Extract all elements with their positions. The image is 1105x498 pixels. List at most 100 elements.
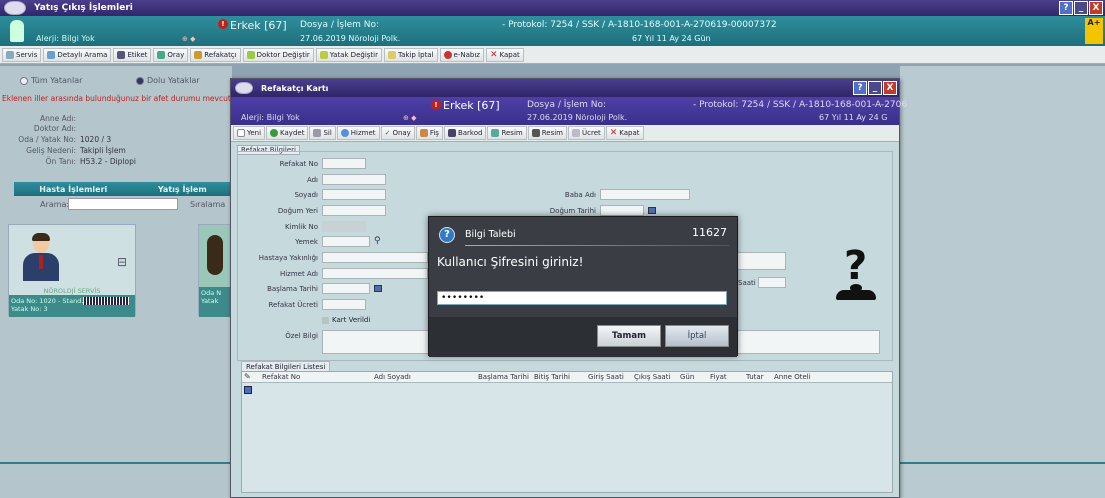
- input-refakat-no[interactable]: [322, 158, 366, 169]
- label-baslama-tarihi: Başlama Tarihi: [267, 285, 318, 293]
- hizmet-button[interactable]: Hizmet: [336, 126, 380, 140]
- resim-button[interactable]: Resim: [487, 126, 527, 140]
- tab-hasta-islemleri[interactable]: Hasta İşlemleri: [39, 185, 107, 194]
- ok-button[interactable]: Tamam: [597, 325, 661, 347]
- dialog-close-button[interactable]: X: [883, 81, 897, 95]
- input-soyadi[interactable]: [322, 189, 386, 200]
- input-hizmet-adi[interactable]: [322, 268, 428, 279]
- barkod-button[interactable]: Barkod: [443, 126, 487, 140]
- check-icon: ✓: [384, 129, 391, 137]
- allergy-text: Alerji: Bilgi Yok: [36, 34, 95, 43]
- input-adi[interactable]: [322, 174, 386, 185]
- patient-photo-icon: [21, 233, 61, 281]
- label-icon: [117, 50, 126, 59]
- app-logo-icon: [4, 1, 26, 15]
- dob-calendar-icon[interactable]: [648, 207, 656, 214]
- modal-prompt: Kullanıcı Şifresini giriniz!: [437, 255, 584, 269]
- sil-button[interactable]: Sil: [309, 126, 336, 140]
- list-header-row: ✎ Refakat No Adı Soyadı Başlama Tarihi B…: [242, 372, 892, 383]
- label-dogum-tarihi: Doğum Tarihi: [549, 207, 596, 215]
- input-dogum-yeri[interactable]: [322, 205, 386, 216]
- radio-all-icon: [20, 76, 28, 85]
- info-value-ontani: H53.2 - Diplopi: [80, 157, 136, 166]
- list-row-icon[interactable]: [244, 386, 252, 394]
- minimize-button[interactable]: _: [1074, 1, 1088, 15]
- kaydet-button[interactable]: Kaydet: [266, 126, 309, 140]
- input-saati[interactable]: [758, 277, 786, 288]
- info-label-ontani: Ön Tanı:: [45, 157, 76, 166]
- dialog-title-bar: Refakatçı Kartı ? _ X: [231, 79, 899, 97]
- question-icon: ?: [439, 227, 455, 243]
- kart-verildi-checkbox[interactable]: Kart Verildi: [322, 316, 370, 324]
- col-gun[interactable]: Gün: [680, 373, 694, 381]
- radio-full-icon: [136, 76, 144, 85]
- yatak-degistir-button[interactable]: Yatak Değiştir: [315, 47, 382, 62]
- search-input[interactable]: [68, 198, 178, 210]
- input-kimlik-no[interactable]: [322, 221, 366, 232]
- left-panel-tabs: Hasta İşlemleri Yatış İşlem: [14, 182, 232, 196]
- right-area: [900, 66, 1105, 498]
- col-refakat-no[interactable]: Refakat No: [262, 373, 300, 381]
- detayli-arama-button[interactable]: Detaylı Arama: [43, 47, 112, 62]
- close-button[interactable]: X: [1089, 1, 1103, 15]
- patient-card-2[interactable]: Oda N Yatak: [198, 224, 232, 317]
- col-cikis-saati[interactable]: Çıkış Saati: [634, 373, 670, 381]
- yeni-button[interactable]: Yeni: [233, 126, 266, 140]
- radio-full-beds[interactable]: Dolu Yataklar: [136, 76, 200, 85]
- help-button[interactable]: ?: [1059, 1, 1073, 15]
- doktor-degistir-button[interactable]: Doktor Değiştir: [242, 47, 314, 62]
- password-modal: ? Bilgi Talebi 11627 Kullanıcı Şifresini…: [428, 216, 738, 357]
- kapat-button[interactable]: ✕ Kapat: [485, 47, 524, 62]
- input-hastaya-yakinligi[interactable]: [322, 252, 428, 263]
- info-label-doktor: Doktor Adı:: [33, 124, 76, 133]
- input-baslama-tarihi[interactable]: [322, 283, 370, 294]
- cancel-button[interactable]: İptal: [665, 325, 729, 347]
- label-baba-adi: Baba Adı: [564, 191, 596, 199]
- refakatci-button[interactable]: Refakatçı: [190, 47, 241, 62]
- col-adi-soyadi[interactable]: Adı Soyadı: [374, 373, 411, 381]
- col-baslama-tarihi[interactable]: Başlama Tarihi: [478, 373, 529, 381]
- e-nabiz-button[interactable]: e-Nabız: [439, 47, 484, 62]
- input-refakat-ucreti[interactable]: [322, 299, 366, 310]
- col-fiyat[interactable]: Fiyat: [710, 373, 727, 381]
- radio-all-beds[interactable]: Tüm Yatanlar: [20, 76, 82, 85]
- modal-title: Bilgi Talebi: [465, 229, 516, 240]
- main-toolbar: Servis Detaylı Arama Etiket Oray Refakat…: [0, 46, 1105, 64]
- bed-icon: [319, 50, 328, 59]
- col-bitis-tarihi[interactable]: Bitiş Tarihi: [534, 373, 570, 381]
- dialog-title: Refakatçı Kartı: [261, 83, 329, 93]
- image-icon: [491, 129, 500, 137]
- dialog-help-button[interactable]: ?: [853, 81, 867, 95]
- onay-button[interactable]: ✓ Onay: [380, 126, 415, 140]
- col-tutar[interactable]: Tutar: [746, 373, 764, 381]
- list-tool-icon[interactable]: ✎: [244, 372, 251, 381]
- input-right-extra[interactable]: [734, 252, 786, 270]
- takip-iptal-button[interactable]: Takip İptal: [383, 47, 438, 62]
- input-dogum-tarihi[interactable]: [600, 205, 644, 216]
- ucret-button[interactable]: Ücret: [568, 126, 605, 140]
- info-label-anne: Anne Adı:: [39, 114, 76, 123]
- blood-type-badge: A+: [1085, 18, 1103, 44]
- main-title-bar: Yatış Çıkış İşlemleri ? _ X: [0, 0, 1105, 16]
- tab-yatis-islem[interactable]: Yatış İşlem: [158, 185, 207, 194]
- calendar-icon[interactable]: [374, 285, 382, 292]
- input-baba-adi[interactable]: [600, 189, 690, 200]
- dialog-minimize-button[interactable]: _: [868, 81, 882, 95]
- close-x-icon: ✕: [489, 49, 498, 60]
- resim-camera-button[interactable]: Resim: [527, 126, 567, 140]
- oray-button[interactable]: Oray: [153, 47, 189, 62]
- label-hizmet-adi: Hizmet Adı: [279, 270, 318, 278]
- servis-button[interactable]: Servis: [2, 47, 42, 62]
- password-input[interactable]: ••••••••: [437, 291, 727, 305]
- card-2-bed: Yatak: [201, 297, 219, 305]
- patient-card[interactable]: ⊟ NÖROLOJİ SERVİS Oda No: 1020 - Stand..…: [8, 224, 136, 317]
- label-kimlik-no: Kimlik No: [284, 223, 318, 231]
- dialog-kapat-button[interactable]: ✕ Kapat: [605, 126, 644, 140]
- yemek-search-icon[interactable]: ⚲: [374, 236, 381, 246]
- fee-icon: [572, 129, 580, 137]
- col-anne-oteli[interactable]: Anne Oteli: [774, 373, 811, 381]
- input-yemek[interactable]: [322, 236, 370, 247]
- etiket-button[interactable]: Etiket: [113, 47, 152, 62]
- col-giris-saati[interactable]: Giriş Saati: [588, 373, 624, 381]
- fis-button[interactable]: Fiş: [415, 126, 443, 140]
